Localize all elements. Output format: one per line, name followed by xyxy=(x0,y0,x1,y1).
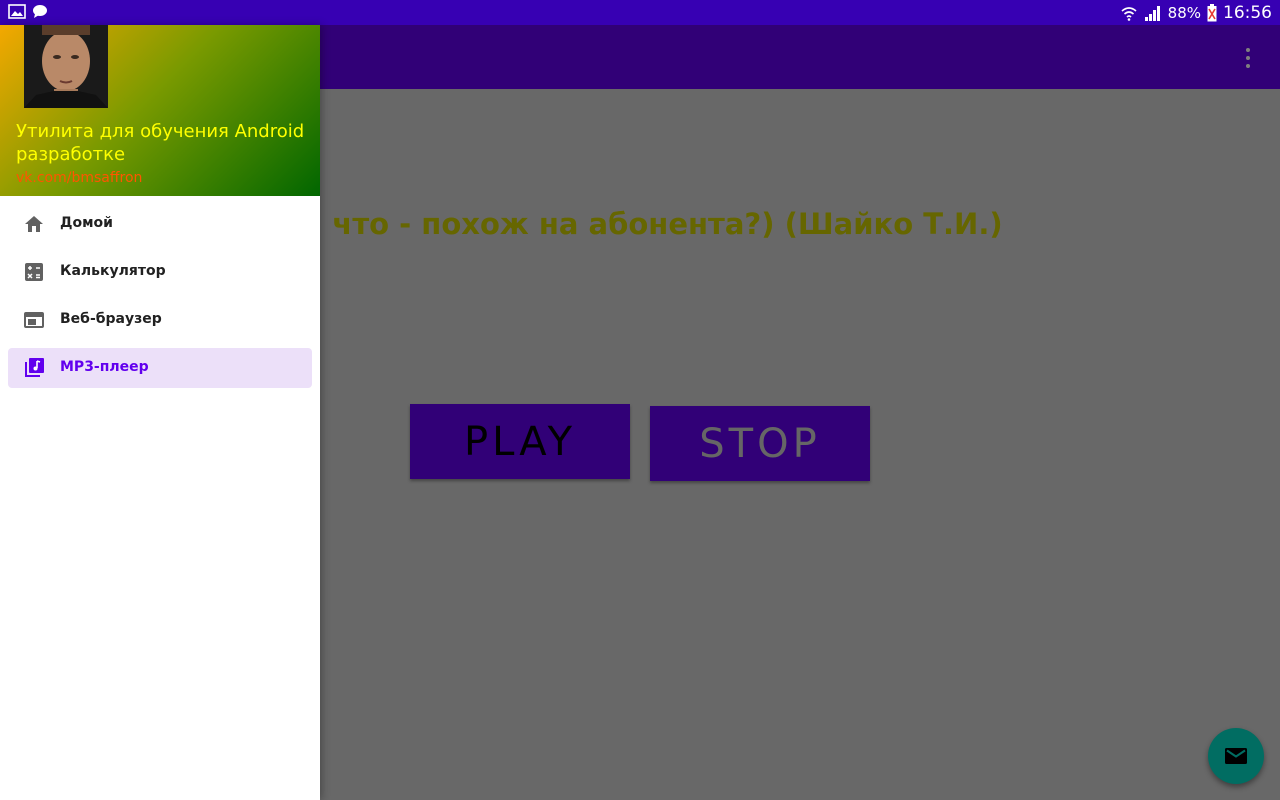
battery-percent: 88% xyxy=(1167,4,1201,22)
menu-item-label: Веб-браузер xyxy=(60,311,162,327)
wifi-icon xyxy=(1121,7,1137,21)
signal-icon xyxy=(1144,6,1160,21)
drawer-header: Утилита для обучения Android разработке … xyxy=(0,25,320,196)
status-left xyxy=(8,4,48,19)
status-right: 88% 16:56 xyxy=(1120,2,1272,24)
menu-item-web-browser[interactable]: Веб-браузер xyxy=(8,300,312,340)
navigation-drawer: Утилита для обучения Android разработке … xyxy=(0,25,320,800)
gallery-icon xyxy=(8,4,26,19)
battery-icon xyxy=(1207,4,1217,22)
clock: 16:56 xyxy=(1223,3,1272,23)
menu-item-mp3-player[interactable]: MP3-плеер xyxy=(8,348,312,388)
drawer-header-title: Утилита для обучения Android разработке xyxy=(16,121,305,165)
menu-item-label: Домой xyxy=(60,215,113,231)
menu-item-label: Калькулятор xyxy=(60,263,166,279)
menu-item-home[interactable]: Домой xyxy=(8,204,312,244)
music-library-icon xyxy=(25,358,44,377)
calculator-icon xyxy=(25,263,43,281)
status-bar: 88% 16:56 xyxy=(0,0,1280,25)
drawer-header-subtitle: vk.com/bmsaffron xyxy=(16,170,143,186)
menu-item-label: MP3-плеер xyxy=(60,359,149,375)
web-browser-icon xyxy=(24,312,44,328)
drawer-menu: Домой Калькулятор Веб-браузер MP3-плеер xyxy=(0,204,320,396)
menu-item-calculator[interactable]: Калькулятор xyxy=(8,252,312,292)
avatar xyxy=(24,25,108,108)
home-icon xyxy=(25,216,43,232)
chat-icon xyxy=(33,5,47,18)
